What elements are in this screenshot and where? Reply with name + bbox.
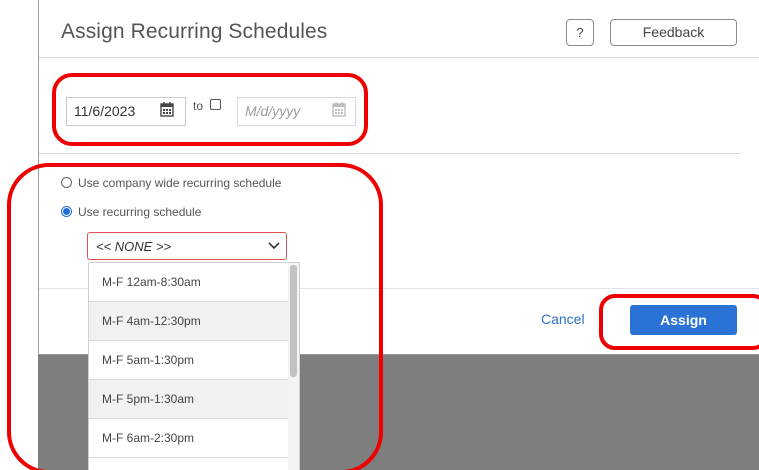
cancel-button[interactable]: Cancel bbox=[541, 311, 585, 327]
schedule-dropdown-list: M-F 12am-8:30am M-F 4am-12:30pm M-F 5am-… bbox=[88, 262, 300, 470]
chevron-down-icon bbox=[268, 242, 280, 250]
dialog-title: Assign Recurring Schedules bbox=[61, 20, 328, 43]
dropdown-option[interactable]: M-F 5pm-1:30am bbox=[89, 380, 288, 419]
dropdown-option[interactable]: M-F 12am-8:30am bbox=[89, 263, 288, 302]
help-button[interactable]: ? bbox=[566, 19, 594, 46]
select-value: << NONE >> bbox=[96, 239, 172, 254]
section-divider bbox=[39, 153, 741, 154]
dialog-header: Assign Recurring Schedules ? Feedback bbox=[39, 0, 759, 58]
calendar-icon[interactable] bbox=[160, 101, 174, 117]
assign-button[interactable]: Assign bbox=[630, 305, 737, 335]
calendar-icon-disabled bbox=[332, 102, 346, 117]
dropdown-scrollbar-thumb[interactable] bbox=[290, 265, 297, 377]
recurring-schedule-label: Use recurring schedule bbox=[78, 205, 202, 219]
end-date-checkbox[interactable] bbox=[210, 99, 221, 110]
dropdown-scrollbar[interactable] bbox=[288, 263, 299, 470]
feedback-button[interactable]: Feedback bbox=[610, 19, 737, 46]
dropdown-option[interactable]: M-F 4am-12:30pm bbox=[89, 302, 288, 341]
date-range-to-label: to bbox=[193, 99, 204, 113]
recurring-schedule-select[interactable]: << NONE >> bbox=[87, 232, 287, 260]
dropdown-option[interactable]: M-F 6am-2:30pm bbox=[89, 419, 288, 458]
radio-icon-checked[interactable] bbox=[61, 206, 72, 217]
company-wide-schedule-label: Use company wide recurring schedule bbox=[78, 176, 282, 190]
dropdown-option[interactable]: M-F 5am-1:30pm bbox=[89, 341, 288, 380]
radio-icon-unchecked[interactable] bbox=[61, 177, 72, 188]
